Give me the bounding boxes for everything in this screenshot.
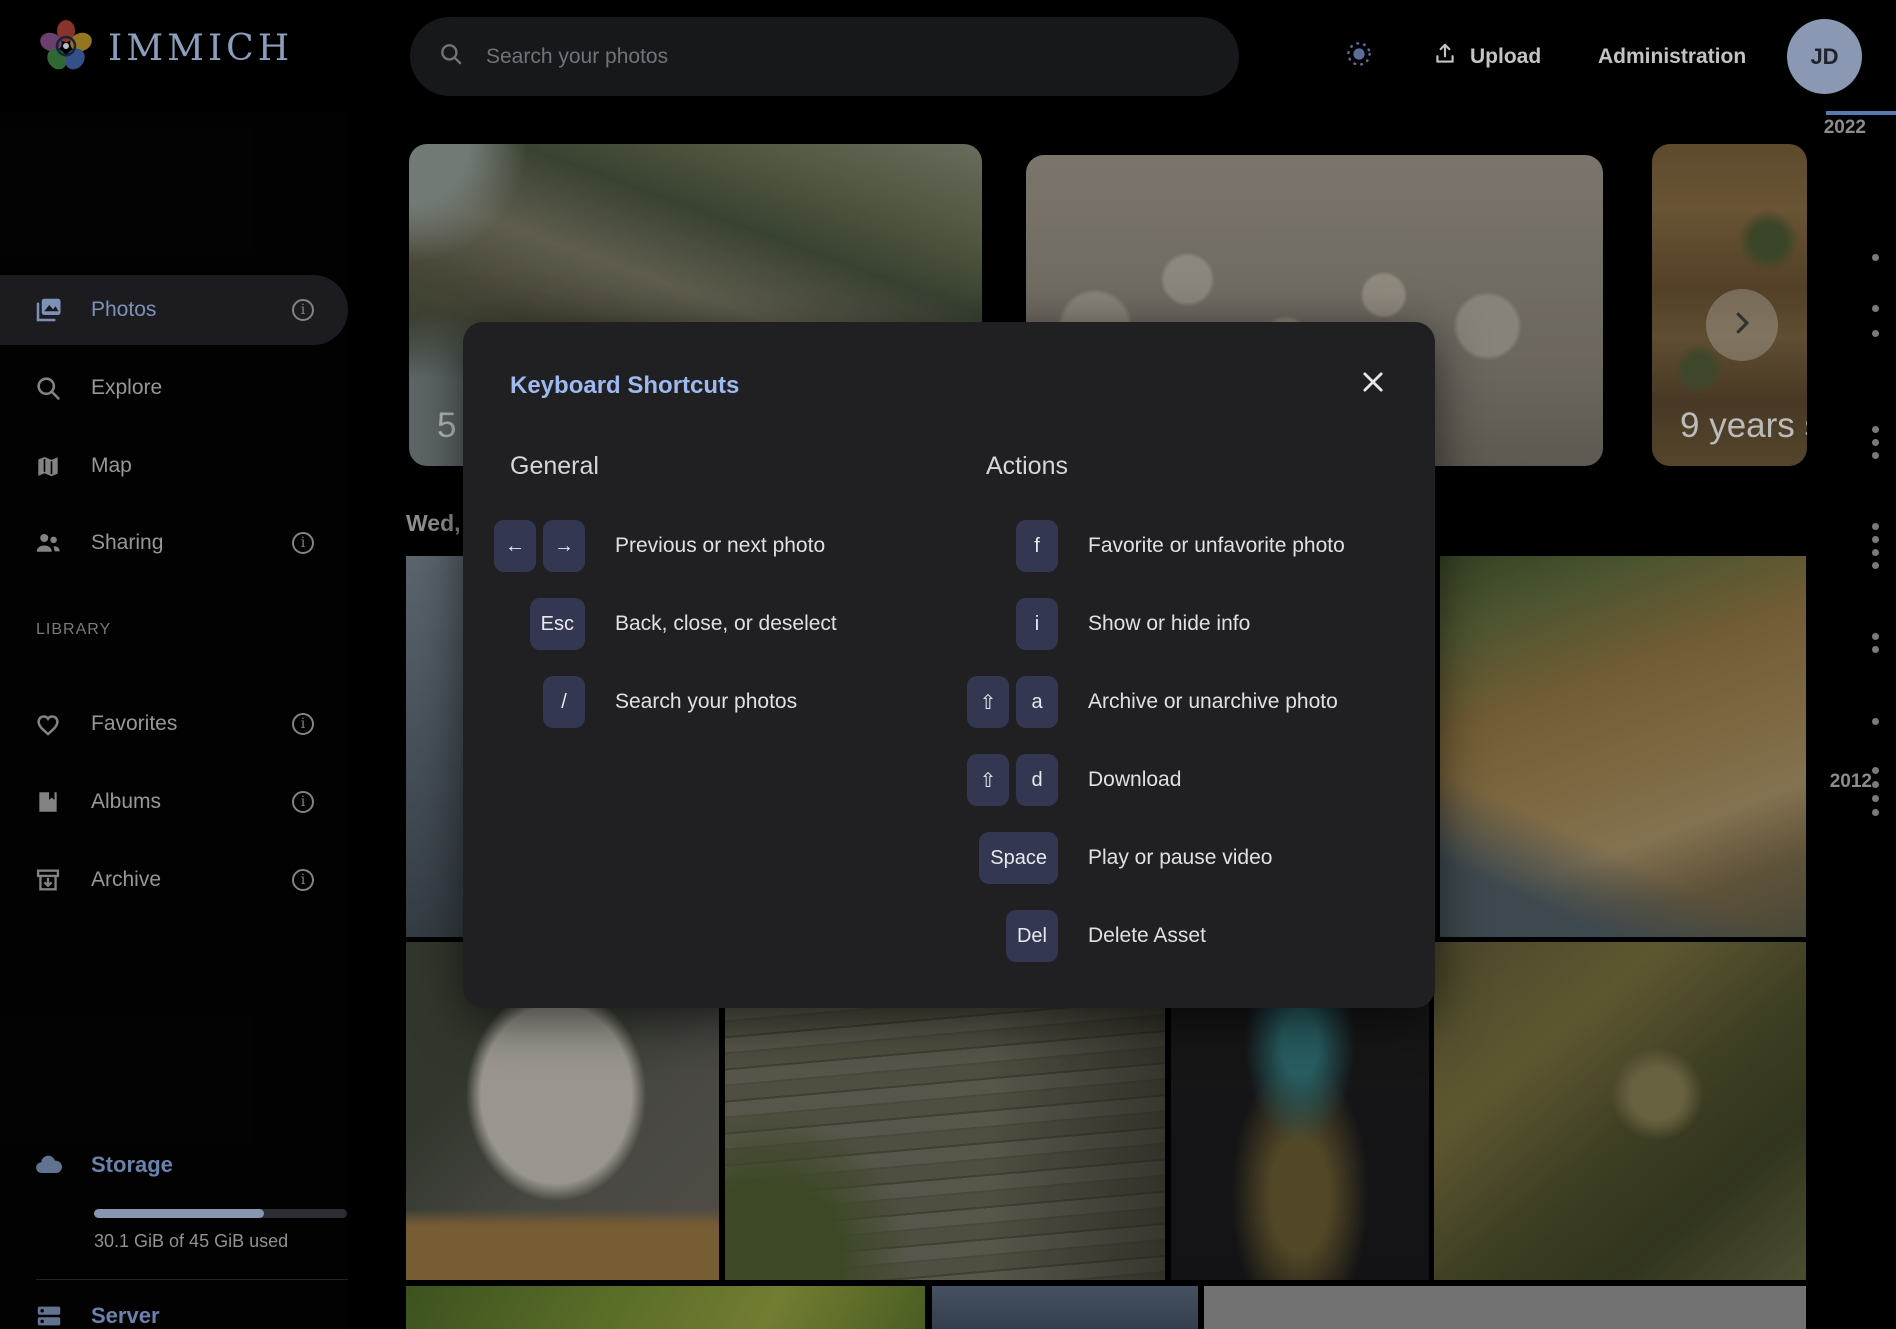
modal-close-button[interactable] bbox=[1353, 364, 1393, 404]
shortcut-row: ← → Previous or next photo bbox=[497, 507, 927, 585]
shortcut-row: / Search your photos bbox=[497, 663, 927, 741]
shortcut-row: f Favorite or unfavorite photo bbox=[933, 507, 1403, 585]
keycap-space: Space bbox=[979, 832, 1058, 884]
shortcut-row: Esc Back, close, or deselect bbox=[497, 585, 927, 663]
keycap-a: a bbox=[1016, 676, 1058, 728]
keycap-arrow-left: ← bbox=[494, 520, 536, 572]
immich-app: IMMICH bbox=[0, 0, 1896, 1329]
shortcut-row: Del Delete Asset bbox=[933, 897, 1403, 975]
keycap-arrow-right: → bbox=[543, 520, 585, 572]
modal-title: Keyboard Shortcuts bbox=[510, 372, 739, 400]
keycap-slash: / bbox=[543, 676, 585, 728]
shortcuts-general-column: General ← → Previous or next photo Esc B… bbox=[497, 452, 927, 741]
shortcut-row: Space Play or pause video bbox=[933, 819, 1403, 897]
keycap-f: f bbox=[1016, 520, 1058, 572]
shortcuts-actions-column: Actions f Favorite or unfavorite photo i… bbox=[933, 452, 1403, 975]
close-x-icon bbox=[1359, 368, 1387, 401]
general-section-heading: General bbox=[510, 452, 927, 481]
actions-section-heading: Actions bbox=[986, 452, 1403, 481]
keycap-del: Del bbox=[1006, 910, 1058, 962]
keycap-i: i bbox=[1016, 598, 1058, 650]
shortcut-row: ⇧ a Archive or unarchive photo bbox=[933, 663, 1403, 741]
keycap-shift: ⇧ bbox=[967, 676, 1009, 728]
keyboard-shortcuts-modal: Keyboard Shortcuts General ← → Previous … bbox=[463, 322, 1435, 1008]
shortcut-row: i Show or hide info bbox=[933, 585, 1403, 663]
keycap-shift: ⇧ bbox=[967, 754, 1009, 806]
keycap-d: d bbox=[1016, 754, 1058, 806]
shortcut-row: ⇧ d Download bbox=[933, 741, 1403, 819]
keycap-esc: Esc bbox=[530, 598, 585, 650]
